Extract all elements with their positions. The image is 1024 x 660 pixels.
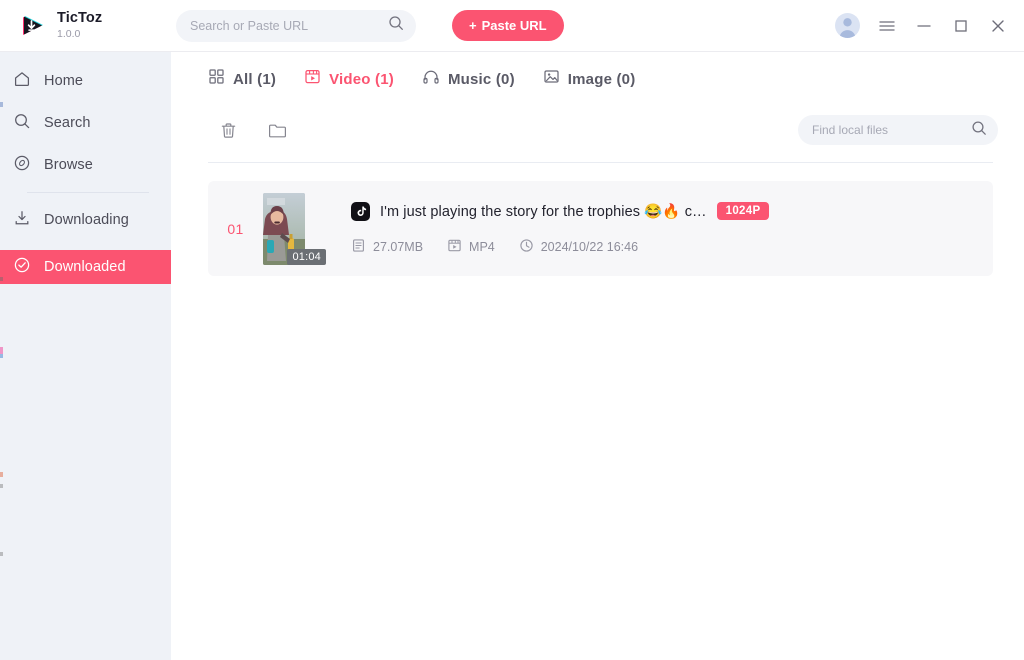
paste-url-button[interactable]: + Paste URL [452, 10, 564, 41]
sidebar-item-label: Home [44, 73, 84, 89]
table-row[interactable]: 01 01:04 I'm just playing the story for … [208, 181, 993, 276]
home-icon [13, 70, 31, 93]
search-input[interactable] [190, 18, 388, 33]
window-controls [835, 13, 1024, 38]
tab-all[interactable]: All (1) [208, 68, 276, 90]
video-thumbnail[interactable]: 01:04 [263, 192, 326, 265]
sidebar: Home Search Browse Downloading Downloade… [0, 52, 171, 660]
app-header: TicToz 1.0.0 + Paste URL [0, 0, 1024, 52]
row-metadata: 27.07MB MP4 2024/10/22 16:46 [351, 238, 993, 256]
tab-label: Music (0) [447, 70, 515, 88]
app-version: 1.0.0 [57, 28, 81, 40]
file-size: 27.07MB [351, 238, 423, 256]
list-toolbar [171, 106, 1024, 154]
file-format: MP4 [447, 238, 495, 256]
sidebar-item-browse[interactable]: Browse [0, 148, 171, 182]
window-edge-artifacts [0, 52, 3, 660]
file-size-label: 27.07MB [373, 239, 424, 254]
find-local-files-box[interactable] [798, 115, 998, 145]
main-content: All (1) Video (1) Music (0) Image (0) Fi… [171, 52, 1024, 660]
search-icon[interactable] [971, 120, 987, 141]
row-details: I'm just playing the story for the troph… [351, 201, 993, 256]
download-list: 01 01:04 I'm just playing the story for … [171, 163, 1024, 276]
sidebar-item-label: Downloaded [44, 259, 126, 275]
sidebar-item-downloaded[interactable]: Downloaded [0, 250, 171, 284]
tab-label: Video (1) [329, 70, 394, 88]
trash-icon[interactable] [213, 115, 243, 145]
search-icon[interactable] [388, 15, 404, 36]
sidebar-item-home[interactable]: Home [0, 64, 171, 98]
user-avatar-icon[interactable] [835, 13, 860, 38]
download-tray-icon [13, 209, 31, 232]
tab-image[interactable]: Image (0) [543, 68, 636, 90]
sidebar-item-label: Browse [44, 157, 93, 173]
sidebar-item-label: Downloading [44, 212, 129, 228]
file-format-label: MP4 [469, 239, 495, 254]
file-icon [351, 238, 366, 256]
find-local-files-input[interactable] [812, 123, 971, 137]
sidebar-item-search[interactable]: Search [0, 106, 171, 140]
video-title: I'm just playing the story for the troph… [380, 203, 707, 220]
duration-badge: 01:04 [287, 248, 326, 265]
content-type-tabs: All (1) Video (1) Music (0) Image (0) [171, 52, 1024, 106]
sidebar-divider [27, 192, 149, 193]
sidebar-item-downloading[interactable]: Downloading [0, 203, 171, 237]
minimize-icon[interactable] [914, 16, 934, 36]
grid-icon [208, 68, 225, 90]
tab-music[interactable]: Music (0) [422, 68, 515, 91]
video-clapper-icon [304, 68, 321, 90]
tab-video[interactable]: Video (1) [304, 68, 394, 90]
close-icon[interactable] [988, 16, 1008, 36]
quality-badge: 1024P [716, 202, 770, 220]
compass-icon [13, 154, 31, 177]
headphones-icon [422, 68, 440, 91]
download-date: 2024/10/22 16:46 [519, 238, 638, 256]
tiktok-icon [351, 201, 370, 221]
app-window: TicToz 1.0.0 + Paste URL [0, 0, 1024, 660]
app-logo-icon [17, 11, 47, 41]
search-icon [13, 112, 31, 135]
app-title: TicToz [57, 10, 103, 26]
paste-url-label: Paste URL [481, 18, 547, 33]
header-search-box[interactable] [176, 9, 416, 42]
sidebar-item-label: Search [44, 115, 91, 131]
tab-label: Image (0) [567, 70, 636, 88]
download-date-label: 2024/10/22 16:46 [540, 239, 639, 254]
clock-icon [519, 238, 534, 256]
hamburger-menu-icon[interactable] [877, 16, 897, 36]
plus-icon: + [469, 18, 477, 33]
folder-icon[interactable] [262, 115, 292, 145]
maximize-icon[interactable] [951, 16, 971, 36]
tab-label: All (1) [233, 70, 277, 88]
image-icon [543, 68, 560, 90]
brand: TicToz 1.0.0 [0, 0, 171, 52]
check-circle-icon [13, 256, 31, 279]
row-index: 01 [227, 220, 244, 237]
video-file-icon [447, 238, 462, 256]
